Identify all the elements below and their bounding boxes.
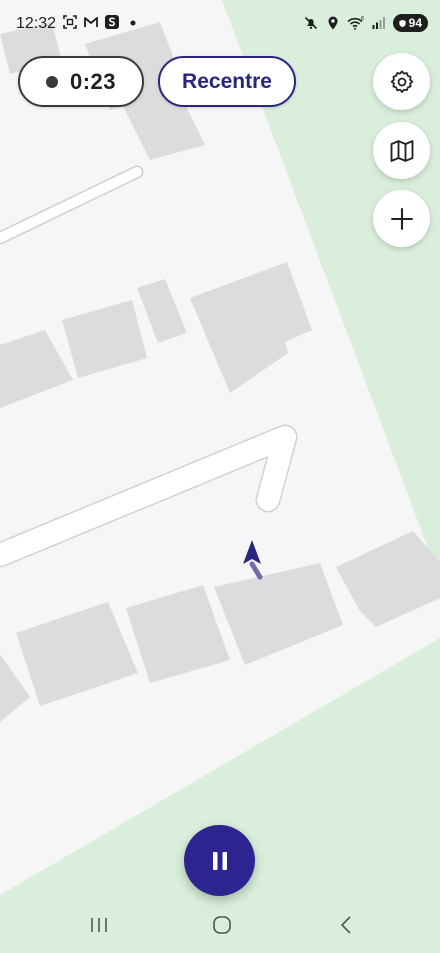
pause-button[interactable] xyxy=(184,825,255,896)
map-icon xyxy=(390,139,413,162)
recording-timer[interactable]: 0:23 xyxy=(18,56,144,107)
recentre-button[interactable]: Recentre xyxy=(158,56,296,107)
battery-indicator: 94 xyxy=(392,14,428,32)
map-layers-button[interactable] xyxy=(373,122,430,179)
s-app-icon xyxy=(105,15,119,29)
plus-icon xyxy=(390,207,413,230)
mute-icon xyxy=(304,16,317,30)
wifi-icon: 6 xyxy=(347,16,364,30)
settings-button[interactable] xyxy=(373,53,430,110)
location-icon xyxy=(328,16,338,30)
recentre-label: Recentre xyxy=(182,69,272,93)
recent-apps-icon xyxy=(91,918,107,932)
back-icon xyxy=(340,916,351,934)
home-button[interactable] xyxy=(202,911,242,939)
svg-text:6: 6 xyxy=(361,16,364,22)
status-time: 12:32 xyxy=(16,15,57,32)
gear-icon xyxy=(390,69,413,93)
recording-dot-icon xyxy=(45,75,58,88)
navigation-bar xyxy=(0,897,440,953)
recent-apps-button[interactable] xyxy=(79,911,119,939)
battery-level: 94 xyxy=(408,16,422,30)
signal-icon xyxy=(372,17,385,29)
battery-shield-icon xyxy=(398,19,406,27)
pause-icon xyxy=(212,851,227,870)
elapsed-time: 0:23 xyxy=(69,68,117,94)
status-bar: 12:32 6 94 xyxy=(0,0,440,48)
back-button[interactable] xyxy=(326,911,366,939)
status-left-icons xyxy=(62,14,141,30)
screenshot-icon xyxy=(63,15,77,29)
add-button[interactable] xyxy=(373,190,430,247)
status-right-icons: 6 94 xyxy=(303,14,428,32)
notification-dot-icon xyxy=(130,20,136,26)
gmail-icon xyxy=(84,17,98,27)
home-icon xyxy=(213,916,231,934)
